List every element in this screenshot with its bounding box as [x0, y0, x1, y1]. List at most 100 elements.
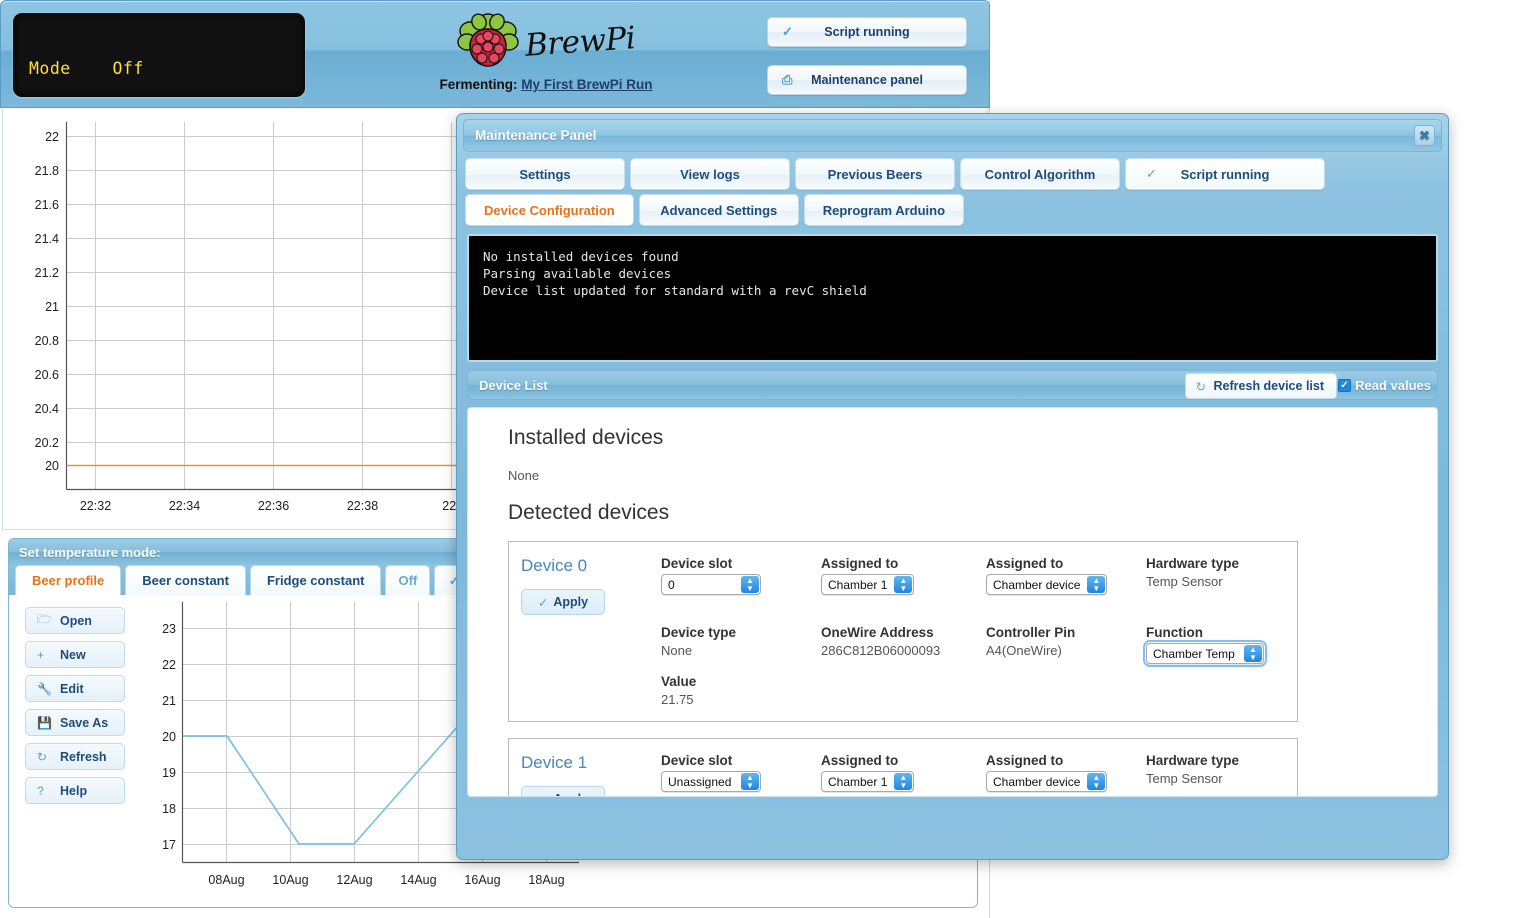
- tab-reprogram-arduino[interactable]: Reprogram Arduino: [803, 194, 965, 226]
- svg-text:23: 23: [162, 622, 176, 636]
- refresh-device-list-label: Refresh device list: [1213, 379, 1324, 393]
- tab-advanced-settings-label: Advanced Settings: [660, 202, 778, 218]
- assigned-to-label: Assigned to: [821, 753, 899, 768]
- read-values-checkbox[interactable]: ✓ Read values: [1338, 378, 1431, 393]
- device-0-device-slot-value: 0: [668, 577, 675, 592]
- save-as-button[interactable]: 💾 Save As: [25, 709, 125, 736]
- tab-previous-beers[interactable]: Previous Beers: [795, 158, 955, 190]
- device-card-1: Device 1 ✓ Apply Device slot Unassigned …: [508, 738, 1298, 797]
- script-running-button[interactable]: ✓ Script running: [767, 17, 967, 47]
- device-0-onewire-address-field: OneWire Address 286C812B06000093: [821, 625, 986, 664]
- svg-text:18Aug: 18Aug: [528, 873, 564, 887]
- onewire-address-label: OneWire Address: [821, 625, 934, 640]
- device-0-value-field: Value 21.75: [661, 674, 821, 707]
- mode-tab-fridge-constant[interactable]: Fridge constant: [249, 565, 382, 595]
- device-0-hardware-type-field: Hardware type Temp Sensor: [1146, 556, 1311, 615]
- save-icon: 💾: [37, 715, 52, 730]
- device-1-identity: Device 1 ✓ Apply: [521, 753, 661, 797]
- device-1-hardware-type-value: Temp Sensor: [1146, 771, 1223, 786]
- device-list-scroll-area[interactable]: Installed devices None Detected devices …: [467, 407, 1438, 797]
- tab-view-logs-label: View logs: [680, 166, 740, 182]
- chevron-updown-icon: ▲ ▼: [1087, 576, 1106, 593]
- chevron-updown-icon: ▲ ▼: [741, 576, 759, 593]
- maintenance-panel-button[interactable]: ⎙ Maintenance panel: [767, 65, 967, 95]
- mode-tab-beer-profile[interactable]: Beer profile: [15, 565, 122, 595]
- device-0-function-field: Function Chamber Temp ▲ ▼: [1143, 625, 1311, 667]
- new-button[interactable]: + New: [25, 641, 125, 668]
- tab-reprogram-arduino-label: Reprogram Arduino: [822, 202, 946, 218]
- svg-text:22: 22: [162, 658, 176, 672]
- brand-block: BrewPi Fermenting: My First BrewPi Run: [416, 9, 676, 92]
- edit-button[interactable]: 🔧 Edit: [25, 675, 125, 702]
- beer-name-link[interactable]: My First BrewPi Run: [521, 77, 652, 92]
- hardware-type-label: Hardware type: [1146, 556, 1240, 571]
- tab-device-configuration-label: Device Configuration: [484, 202, 615, 218]
- device-0-apply-label: Apply: [553, 595, 589, 609]
- device-0-assigned-to-field: Assigned to Chamber 1 ▲ ▼: [821, 556, 986, 615]
- device-0-spacer-1: [521, 625, 661, 664]
- svg-text:21: 21: [162, 694, 176, 708]
- tab-script-running-label: Script running: [1180, 166, 1270, 182]
- check-icon: ✓: [538, 792, 548, 797]
- device-0-function-value: Chamber Temp: [1153, 646, 1235, 661]
- dialog-tab-row-1: Settings View logs Previous Beers Contro…: [465, 158, 1440, 190]
- fermenting-label: Fermenting:: [439, 77, 518, 92]
- mode-tab-fridge-constant-label: Fridge constant: [266, 573, 365, 588]
- refresh-button[interactable]: ↻ Refresh: [25, 743, 125, 770]
- device-1-assigned-to-2-select[interactable]: Chamber device ▲ ▼: [986, 771, 1108, 792]
- svg-text:20.2: 20.2: [35, 436, 59, 450]
- mode-tab-beer-constant[interactable]: Beer constant: [125, 565, 246, 595]
- device-0-device-type-value: None: [661, 643, 693, 658]
- svg-text:22:36: 22:36: [258, 499, 289, 513]
- help-button[interactable]: ? Help: [25, 777, 125, 804]
- tab-settings-label: Settings: [519, 166, 571, 182]
- svg-text:20.6: 20.6: [35, 368, 59, 382]
- chevron-updown-icon: ▲ ▼: [1087, 773, 1106, 790]
- device-1-assigned-to-select[interactable]: Chamber 1 ▲ ▼: [821, 771, 915, 792]
- refresh-device-list-button[interactable]: ↻ Refresh device list: [1184, 373, 1337, 399]
- device-0-apply-button[interactable]: ✓ Apply: [521, 589, 605, 615]
- installed-devices-none: None: [508, 468, 540, 483]
- device-0-assigned-to-select[interactable]: Chamber 1 ▲ ▼: [821, 574, 915, 595]
- script-running-label: Script running: [824, 25, 910, 39]
- tab-script-running[interactable]: ✓ Script running: [1125, 158, 1325, 190]
- svg-text:20.8: 20.8: [35, 334, 59, 348]
- device-1-device-slot-select[interactable]: Unassigned ▲ ▼: [661, 771, 761, 792]
- close-icon[interactable]: ✖: [1414, 125, 1435, 146]
- device-0-device-slot-select[interactable]: 0 ▲ ▼: [661, 574, 761, 595]
- controller-pin-label: Controller Pin: [986, 625, 1076, 640]
- mode-tab-off[interactable]: Off: [385, 565, 431, 595]
- chevron-updown-icon: ▲ ▼: [894, 576, 913, 593]
- device-0-value: 21.75: [661, 692, 694, 707]
- tab-view-logs[interactable]: View logs: [630, 158, 790, 190]
- svg-text:14Aug: 14Aug: [400, 873, 436, 887]
- tab-device-configuration[interactable]: Device Configuration: [465, 194, 634, 226]
- svg-text:22:32: 22:32: [80, 499, 111, 513]
- folder-icon: 🗁: [37, 612, 52, 626]
- mode-tab-beer-profile-label: Beer profile: [32, 573, 105, 588]
- device-list-bar: Device List ↻ Refresh device list ✓ Read…: [467, 370, 1438, 400]
- chevron-updown-icon: ▲ ▼: [741, 773, 759, 790]
- tab-settings[interactable]: Settings: [465, 158, 625, 190]
- svg-text:20.4: 20.4: [35, 402, 59, 416]
- mode-tab-off-label: Off: [398, 573, 418, 588]
- tab-previous-beers-label: Previous Beers: [827, 166, 923, 182]
- assigned-to-label: Assigned to: [821, 556, 899, 571]
- device-0-assigned-to-value: Chamber 1: [828, 577, 888, 592]
- open-button[interactable]: 🗁 Open: [25, 607, 125, 634]
- svg-text:20: 20: [162, 730, 176, 744]
- device-0-function-select[interactable]: Chamber Temp ▲ ▼: [1143, 640, 1267, 667]
- brewpi-wordmark: BrewPi: [523, 20, 637, 64]
- svg-text:18: 18: [162, 802, 176, 816]
- device-list-title: Device List: [479, 377, 548, 393]
- console-line-3: Device list updated for standard with a …: [483, 283, 867, 298]
- device-0-assigned-to-2-select[interactable]: Chamber device ▲ ▼: [986, 574, 1108, 595]
- svg-text:19: 19: [162, 766, 176, 780]
- tab-advanced-settings[interactable]: Advanced Settings: [638, 194, 799, 226]
- dialog-titlebar[interactable]: Maintenance Panel ✖: [463, 119, 1442, 152]
- device-0-assigned-to-2-value: Chamber device: [993, 577, 1081, 592]
- tab-control-algorithm[interactable]: Control Algorithm: [960, 158, 1120, 190]
- device-1-apply-button[interactable]: ✓ Apply: [521, 786, 605, 797]
- device-0-device-slot-field: Device slot 0 ▲ ▼: [661, 556, 821, 615]
- installed-devices-heading: Installed devices: [508, 426, 664, 449]
